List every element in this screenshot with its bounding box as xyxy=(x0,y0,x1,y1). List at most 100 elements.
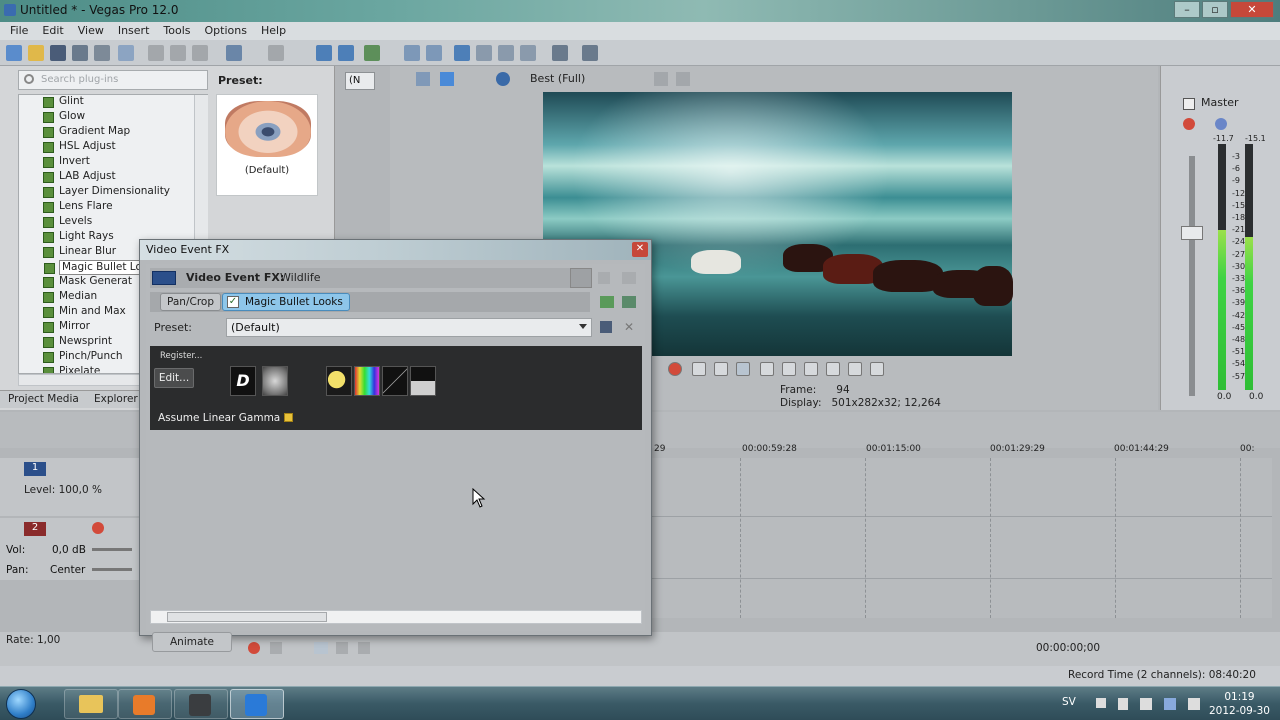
go-to-start-icon[interactable] xyxy=(804,362,818,376)
video-track-header[interactable]: 1 Level: 100,0 % xyxy=(0,458,140,516)
selection-tool-icon[interactable] xyxy=(498,45,514,61)
master-fader-track[interactable] xyxy=(1189,156,1195,396)
loop-icon[interactable] xyxy=(692,362,706,376)
preview-fx-icon[interactable] xyxy=(496,72,510,86)
tray-arrow-icon[interactable] xyxy=(1096,698,1106,708)
look-thumb-d[interactable]: D xyxy=(230,366,256,396)
clock[interactable]: 01:19 2012-09-30 xyxy=(1209,690,1270,718)
plugin-item[interactable]: LAB Adjust xyxy=(43,170,116,185)
assume-linear-gamma[interactable]: Assume Linear Gamma xyxy=(158,412,294,424)
properties-icon[interactable] xyxy=(118,45,134,61)
plugin-item[interactable]: Light Rays xyxy=(43,230,114,245)
envelope-tool-icon[interactable] xyxy=(476,45,492,61)
minimize-button[interactable]: – xyxy=(1174,1,1200,18)
maximize-button[interactable]: ▫ xyxy=(1202,1,1228,18)
master-checkbox[interactable] xyxy=(1183,98,1195,110)
remove-plugin-icon[interactable] xyxy=(622,296,636,308)
menu-insert[interactable]: Insert xyxy=(112,22,156,40)
close-button[interactable]: ✕ xyxy=(1230,1,1274,18)
snapshot-icon[interactable] xyxy=(654,72,668,86)
plugin-item[interactable]: Layer Dimensionality xyxy=(43,185,170,200)
master-fx-icon[interactable] xyxy=(1183,118,1195,130)
taskbar-explorer[interactable] xyxy=(64,689,118,719)
animate-button[interactable]: Animate xyxy=(152,632,232,652)
new-icon[interactable] xyxy=(6,45,22,61)
next-frame-icon[interactable] xyxy=(870,362,884,376)
cut-icon[interactable] xyxy=(148,45,164,61)
auto-crossfade-icon[interactable] xyxy=(338,45,354,61)
plugin-item[interactable]: Pinch/Punch xyxy=(43,350,123,365)
plugin-item[interactable]: Pixelate xyxy=(43,365,100,373)
timeline-ruler[interactable]: 29 00:00:59:28 00:01:15:00 00:01:29:29 0… xyxy=(652,444,1280,458)
fx-dialog-titlebar[interactable]: Video Event FX ✕ xyxy=(140,240,651,260)
edit-button[interactable]: Edit... xyxy=(154,368,194,388)
play-icon[interactable] xyxy=(736,362,750,376)
master-fader-handle[interactable] xyxy=(1181,226,1203,240)
plugin-item[interactable]: Gradient Map xyxy=(43,125,130,140)
preview-mode-select[interactable]: (N xyxy=(345,72,375,90)
fx-dialog-close-icon[interactable]: ✕ xyxy=(632,242,648,257)
paste-icon[interactable] xyxy=(192,45,208,61)
redo-icon[interactable] xyxy=(268,45,284,61)
look-thumb-curves[interactable] xyxy=(382,366,408,396)
arm-record-icon[interactable] xyxy=(92,522,104,534)
normal-edit-tool-icon[interactable] xyxy=(454,45,470,61)
plugin-item[interactable]: HSL Adjust xyxy=(43,140,116,155)
video-props-icon[interactable] xyxy=(416,72,430,86)
chain-pan-crop[interactable]: Pan/Crop xyxy=(160,293,221,311)
lock-envelopes-icon[interactable] xyxy=(404,45,420,61)
look-thumb-colorista[interactable] xyxy=(354,366,380,396)
params-hscrollbar[interactable] xyxy=(150,610,642,624)
timeline-tracks[interactable] xyxy=(652,458,1272,618)
look-thumb-exposure[interactable] xyxy=(326,366,352,396)
plugin-item[interactable]: Levels xyxy=(43,215,92,230)
help-pointer-icon[interactable] xyxy=(582,45,598,61)
taskbar-windows-media[interactable] xyxy=(230,689,284,719)
play-from-start-icon[interactable] xyxy=(714,362,728,376)
plugin-search-box[interactable]: Search plug-ins xyxy=(18,70,208,90)
plugin-item-selected[interactable]: Magic Bullet Lo xyxy=(44,260,145,275)
menu-help[interactable]: Help xyxy=(255,22,292,40)
delete-preset-icon[interactable]: ✕ xyxy=(624,321,636,333)
gamma-checkbox[interactable] xyxy=(284,413,294,422)
plugin-enabled-checkbox[interactable]: ✓ xyxy=(227,296,239,308)
volume-icon[interactable] xyxy=(1188,698,1200,710)
ext-monitor-icon[interactable] xyxy=(440,72,454,86)
copy-icon[interactable] xyxy=(170,45,186,61)
enable-snapping-icon[interactable] xyxy=(552,45,568,61)
add-plugin-icon[interactable] xyxy=(600,296,614,308)
bypass-fx-icon[interactable] xyxy=(570,268,592,288)
open-icon[interactable] xyxy=(28,45,44,61)
tab-project-media[interactable]: Project Media xyxy=(8,393,79,405)
play-icon[interactable] xyxy=(314,642,328,654)
ripple-edit-icon[interactable] xyxy=(364,45,380,61)
scroll-thumb[interactable] xyxy=(167,612,327,622)
plugin-item[interactable]: Mirror xyxy=(43,320,90,335)
ignore-grouping-icon[interactable] xyxy=(426,45,442,61)
plugin-item[interactable]: Mask Generat xyxy=(43,275,132,290)
plugin-item[interactable]: Glint xyxy=(43,95,84,110)
network-icon[interactable] xyxy=(1140,698,1152,710)
plugin-item[interactable]: Linear Blur xyxy=(43,245,116,260)
vol-slider[interactable] xyxy=(92,548,132,551)
menu-options[interactable]: Options xyxy=(199,22,253,40)
menu-view[interactable]: View xyxy=(72,22,110,40)
plugin-item[interactable]: Lens Flare xyxy=(43,200,113,215)
prev-frame-icon[interactable] xyxy=(848,362,862,376)
record-icon[interactable] xyxy=(668,362,682,376)
menu-file[interactable]: File xyxy=(4,22,34,40)
render-icon[interactable] xyxy=(94,45,110,61)
go-to-end-icon[interactable] xyxy=(826,362,840,376)
undo-icon[interactable] xyxy=(226,45,242,61)
fx-grid-icon[interactable] xyxy=(622,272,636,284)
menu-edit[interactable]: Edit xyxy=(36,22,69,40)
preset-default-card[interactable]: (Default) xyxy=(216,94,318,196)
pause-icon[interactable] xyxy=(760,362,774,376)
language-indicator[interactable]: SV xyxy=(1062,696,1076,708)
master-mute-icon[interactable] xyxy=(1215,118,1227,130)
save-snapshot-icon[interactable] xyxy=(676,72,690,86)
pan-slider[interactable] xyxy=(92,568,132,571)
save-icon[interactable] xyxy=(50,45,66,61)
fx-layout-icon[interactable] xyxy=(598,272,610,284)
stop-icon[interactable] xyxy=(358,642,370,654)
